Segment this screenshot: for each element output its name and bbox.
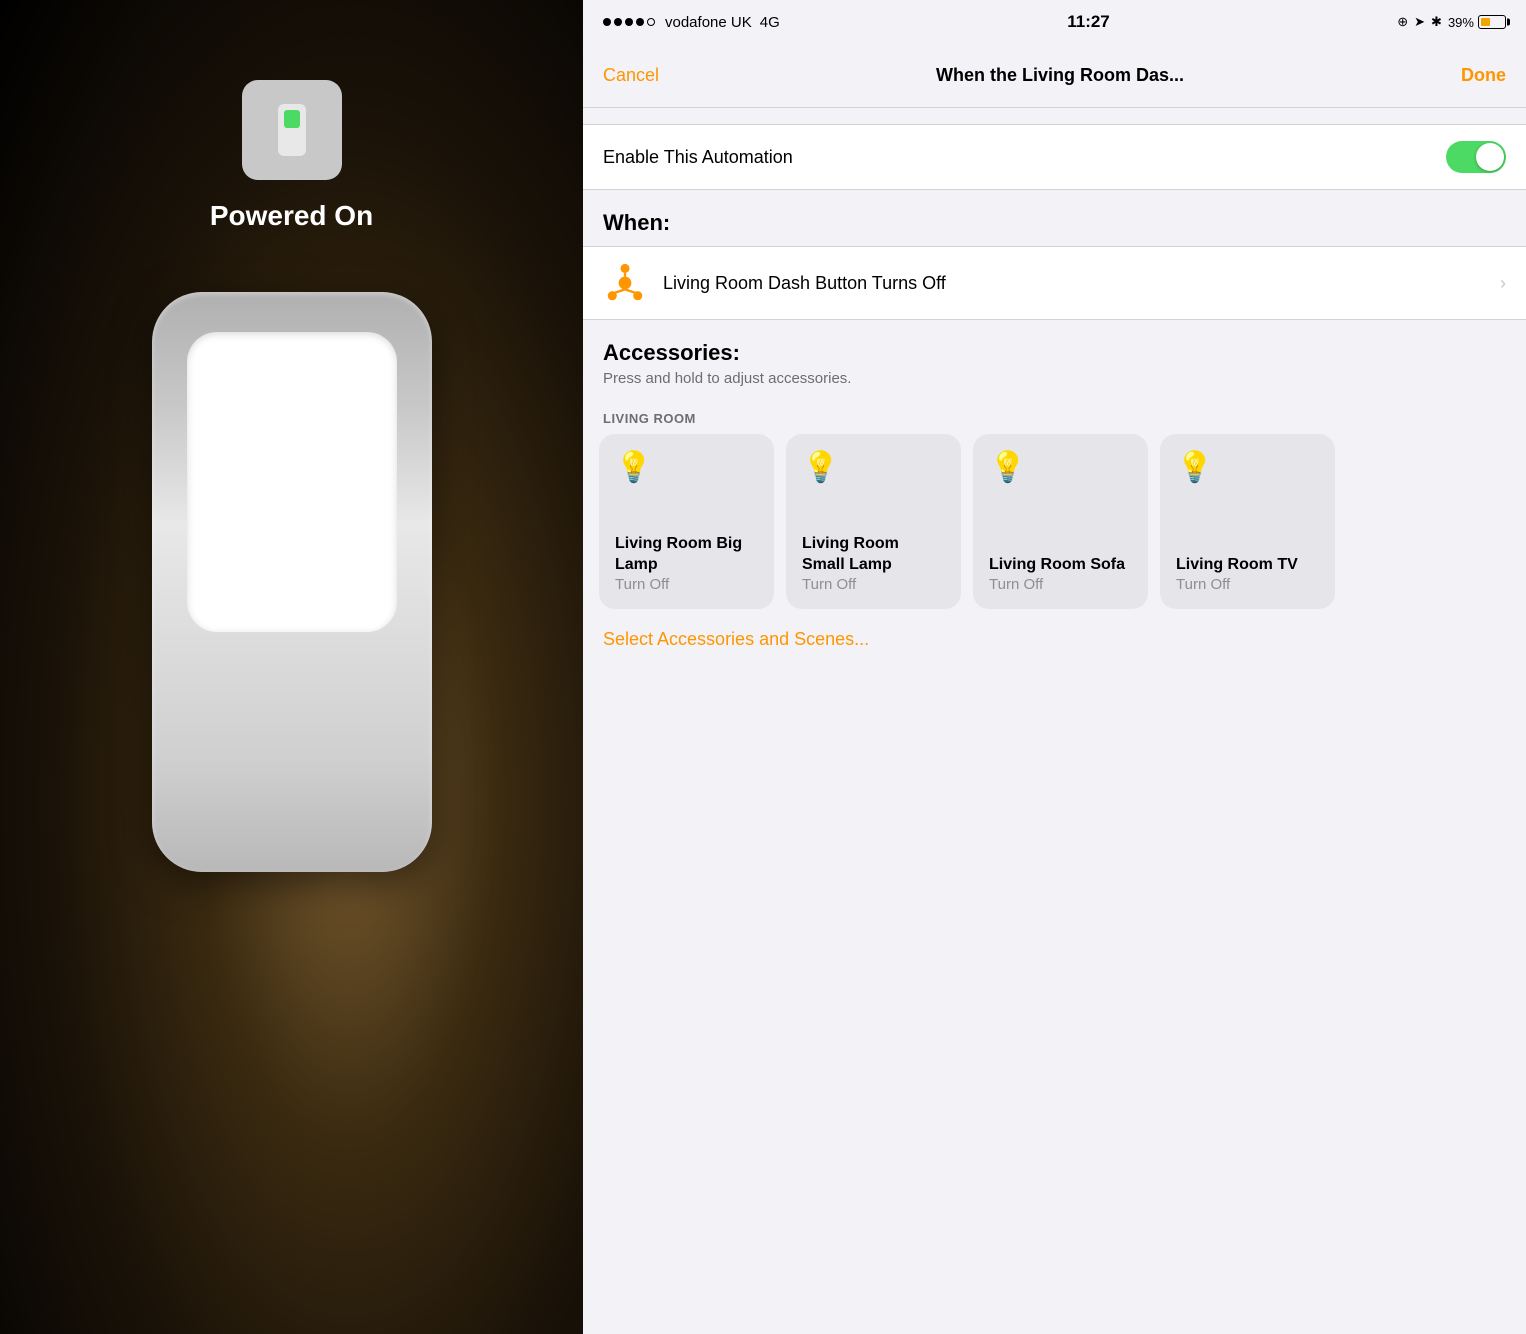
signal-dot-1 xyxy=(603,18,611,26)
accessories-subtitle: Press and hold to adjust accessories. xyxy=(603,370,1506,387)
accessory-status-big-lamp: Turn Off xyxy=(615,576,758,593)
battery-fill xyxy=(1481,18,1490,26)
lamp-icon-small: 💡 xyxy=(802,450,839,485)
accessory-name-tv: Living Room TV xyxy=(1176,555,1298,576)
battery-container: 39% xyxy=(1448,15,1506,30)
accessory-name-small-lamp: Living Room Small Lamp xyxy=(802,534,945,576)
when-header-text: When: xyxy=(603,210,670,235)
when-section-header: When: xyxy=(583,190,1526,246)
accessory-name-big-lamp: Living Room Big Lamp xyxy=(615,534,758,576)
dash-button-screen xyxy=(187,332,397,632)
enable-label: Enable This Automation xyxy=(603,147,793,168)
left-panel: Powered On xyxy=(0,0,583,1334)
accessory-card-small-lamp[interactable]: 💡 Living Room Small Lamp Turn Off xyxy=(786,434,961,609)
when-chevron-icon: › xyxy=(1500,273,1506,294)
bluetooth-icon: ✱ xyxy=(1431,14,1442,30)
trigger-label: Living Room Dash Button Turns Off xyxy=(663,273,1484,294)
signal-dot-5 xyxy=(647,18,655,26)
switch-icon xyxy=(242,80,342,180)
trigger-icon xyxy=(603,261,647,305)
accessories-title: Accessories: xyxy=(603,340,1506,366)
nav-title: When the Living Room Das... xyxy=(936,65,1184,86)
accessory-status-tv: Turn Off xyxy=(1176,576,1298,593)
select-accessories-button[interactable]: Select Accessories and Scenes... xyxy=(583,609,1526,670)
lamp-icon-sofa: 💡 xyxy=(989,450,1026,485)
content-area: Enable This Automation When: xyxy=(583,108,1526,1334)
carrier-text: vodafone UK xyxy=(665,14,752,31)
cancel-button[interactable]: Cancel xyxy=(603,65,659,86)
accessories-section: Accessories: Press and hold to adjust ac… xyxy=(583,320,1526,397)
battery-percent: 39% xyxy=(1448,15,1474,30)
right-panel: vodafone UK 4G 11:27 ⊕ ➤ ✱ 39% Cancel Wh… xyxy=(583,0,1526,1334)
lamp-icon-tv: 💡 xyxy=(1176,450,1213,485)
nav-bar: Cancel When the Living Room Das... Done xyxy=(583,44,1526,108)
status-right: ⊕ ➤ ✱ 39% xyxy=(1397,14,1506,30)
enable-toggle[interactable] xyxy=(1446,141,1506,173)
signal-dot-4 xyxy=(636,18,644,26)
status-bar: vodafone UK 4G 11:27 ⊕ ➤ ✱ 39% xyxy=(583,0,1526,44)
toggle-knob xyxy=(1476,143,1504,171)
accessory-name-sofa: Living Room Sofa xyxy=(989,555,1125,576)
enable-section: Enable This Automation xyxy=(583,124,1526,190)
battery-icon xyxy=(1478,15,1506,29)
powered-on-label: Powered On xyxy=(210,200,373,232)
accessories-grid: 💡 Living Room Big Lamp Turn Off 💡 Living… xyxy=(583,434,1526,609)
signal-dot-3 xyxy=(625,18,633,26)
accessory-card-tv[interactable]: 💡 Living Room TV Turn Off xyxy=(1160,434,1335,609)
location-icon: ⊕ xyxy=(1397,14,1408,30)
dash-button-body xyxy=(152,292,432,872)
lamp-icon-big: 💡 xyxy=(615,450,652,485)
accessory-status-sofa: Turn Off xyxy=(989,576,1125,593)
when-row[interactable]: Living Room Dash Button Turns Off › xyxy=(583,246,1526,320)
signal-dot-2 xyxy=(614,18,622,26)
network-type: 4G xyxy=(760,14,780,31)
accessory-card-big-lamp[interactable]: 💡 Living Room Big Lamp Turn Off xyxy=(599,434,774,609)
room-label: LIVING ROOM xyxy=(583,397,1526,434)
hub-svg-icon xyxy=(605,263,645,303)
accessory-status-small-lamp: Turn Off xyxy=(802,576,945,593)
status-left: vodafone UK 4G xyxy=(603,14,780,31)
status-time: 11:27 xyxy=(1067,12,1110,32)
arrow-icon: ➤ xyxy=(1414,14,1425,30)
done-button[interactable]: Done xyxy=(1461,65,1506,86)
accessory-card-sofa[interactable]: 💡 Living Room Sofa Turn Off xyxy=(973,434,1148,609)
signal-dots xyxy=(603,18,655,26)
